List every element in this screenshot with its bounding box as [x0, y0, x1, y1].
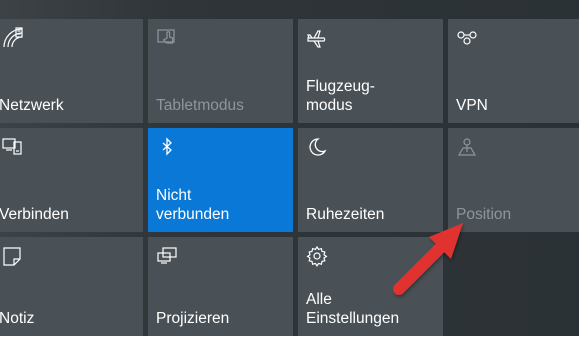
- wifi-icon: [2, 27, 24, 49]
- tile-airplane-mode-label: Flugzeug- modus: [306, 78, 375, 114]
- tile-vpn-label: VPN: [456, 97, 488, 114]
- tablet-mode-icon: [156, 27, 178, 49]
- tile-connect[interactable]: Verbinden: [0, 128, 143, 232]
- tile-network-label: Netzwerk: [0, 97, 64, 114]
- tile-note[interactable]: Notiz: [0, 237, 143, 336]
- gear-icon: [306, 245, 328, 267]
- tile-bluetooth-label: Nicht verbunden: [156, 187, 230, 223]
- tile-tablet-mode-label: Tabletmodus: [156, 97, 244, 114]
- vpn-icon: [456, 27, 478, 49]
- tile-vpn[interactable]: VPN: [448, 19, 579, 123]
- airplane-icon: [306, 27, 328, 49]
- quick-actions-panel: Netzwerk Tabletmodus Flugzeug- modus VPN…: [0, 0, 579, 336]
- connect-icon: [2, 136, 24, 158]
- project-icon: [156, 245, 178, 267]
- tile-tablet-mode[interactable]: Tabletmodus: [148, 19, 293, 123]
- location-icon: [456, 136, 478, 158]
- tile-network[interactable]: Netzwerk: [0, 19, 143, 123]
- tile-project[interactable]: Projizieren: [148, 237, 293, 336]
- annotation-arrow-icon: [393, 223, 463, 295]
- tile-note-label: Notiz: [0, 310, 35, 327]
- bluetooth-icon: [156, 136, 178, 158]
- tile-quiet-hours-label: Ruhezeiten: [306, 206, 385, 223]
- tile-connect-label: Verbinden: [0, 206, 69, 223]
- tile-airplane-mode[interactable]: Flugzeug- modus: [298, 19, 443, 123]
- note-icon: [2, 245, 24, 267]
- tile-bluetooth[interactable]: Nicht verbunden: [148, 128, 293, 232]
- tile-project-label: Projizieren: [156, 310, 230, 327]
- moon-icon: [306, 136, 328, 158]
